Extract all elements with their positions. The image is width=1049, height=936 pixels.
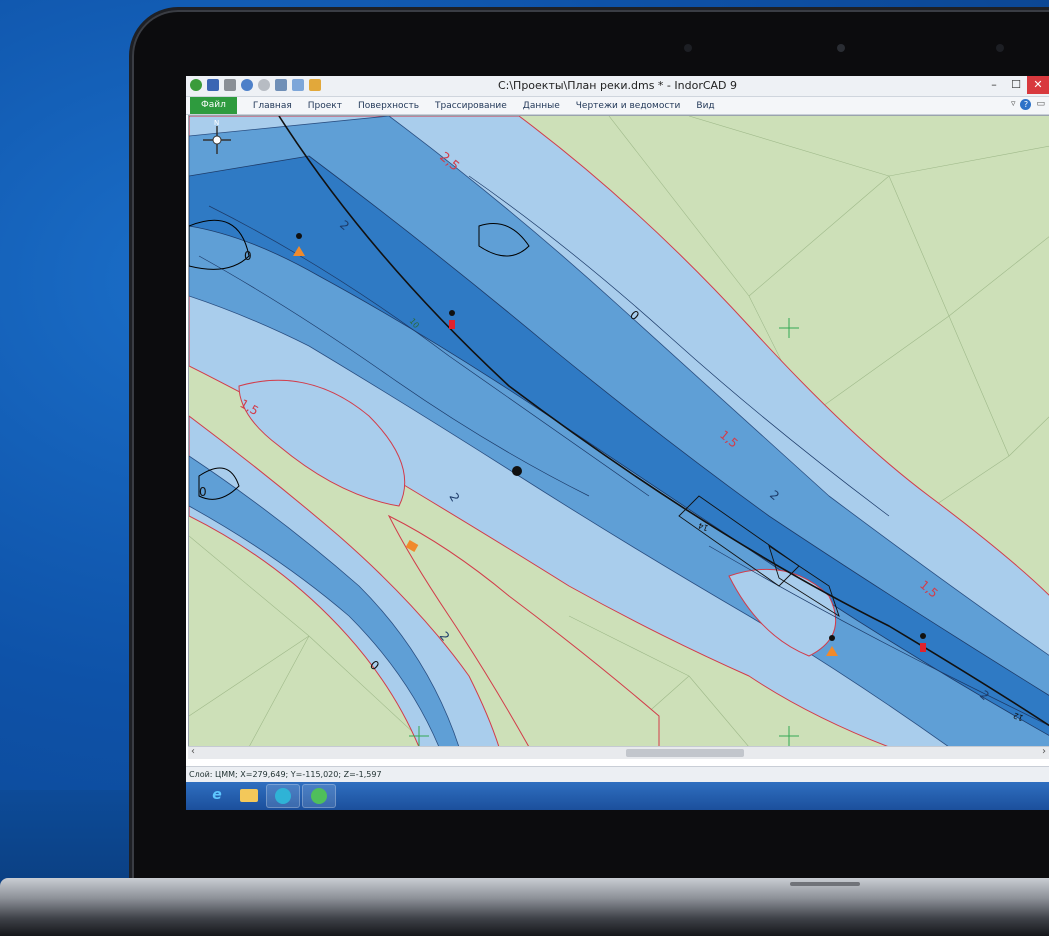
depth-label: 0 bbox=[244, 249, 252, 263]
tab-data[interactable]: Данные bbox=[515, 101, 568, 111]
camera-dot bbox=[684, 44, 692, 52]
indorcad-icon[interactable] bbox=[266, 784, 300, 808]
scrollbar-thumb[interactable] bbox=[626, 749, 744, 757]
close-button[interactable]: ✕ bbox=[1027, 76, 1049, 94]
black-buoy-icon[interactable] bbox=[512, 466, 522, 476]
buoy-top-icon bbox=[449, 310, 455, 316]
restore-doc-icon[interactable]: ▭ bbox=[1036, 99, 1045, 110]
tab-view[interactable]: Вид bbox=[688, 101, 722, 111]
app-window: C:\Проекты\План реки.dms * - IndorCAD 9 … bbox=[186, 76, 1049, 810]
indorgis-icon[interactable] bbox=[302, 784, 336, 808]
tab-home[interactable]: Главная bbox=[245, 101, 300, 111]
map-viewport[interactable]: N 2,5 1,5 1,5 1,5 0 0 0 0 2 2 2 2 2 14 1… bbox=[188, 115, 1049, 748]
red-buoy-icon[interactable] bbox=[449, 320, 455, 329]
folder-icon[interactable] bbox=[232, 784, 266, 808]
red-buoy-icon[interactable] bbox=[920, 643, 926, 652]
camera-sensor bbox=[996, 44, 1004, 52]
ribbon-tabs: Файл Главная Проект Поверхность Трассиро… bbox=[186, 97, 1049, 115]
depth-label: 0 bbox=[199, 485, 207, 499]
taskbar: e bbox=[186, 782, 1049, 810]
status-bar: Слой: ЦММ; X=279,649; Y=-115,020; Z=-1,5… bbox=[186, 766, 1049, 782]
laptop-notch bbox=[790, 882, 860, 886]
buoy-top-icon bbox=[829, 635, 835, 641]
compass-north-label: N bbox=[214, 119, 219, 127]
internet-explorer-icon[interactable]: e bbox=[200, 784, 234, 808]
window-title: C:\Проекты\План реки.dms * - IndorCAD 9 bbox=[497, 79, 738, 92]
buoy-top-icon bbox=[920, 633, 926, 639]
tab-alignment[interactable]: Трассирование bbox=[427, 101, 515, 111]
scroll-left-icon[interactable]: ‹ bbox=[191, 746, 195, 757]
buoy-top-icon bbox=[296, 233, 302, 239]
scroll-right-icon[interactable]: › bbox=[1042, 746, 1046, 757]
window-controls: – ☐ ✕ bbox=[983, 76, 1049, 94]
title-bar: C:\Проекты\План реки.dms * - IndorCAD 9 … bbox=[186, 76, 1049, 97]
collapse-ribbon-icon[interactable]: ▿ bbox=[1011, 99, 1016, 110]
tab-surface[interactable]: Поверхность bbox=[350, 101, 427, 111]
tab-drawings[interactable]: Чертежи и ведомости bbox=[568, 101, 689, 111]
camera-lens bbox=[837, 44, 845, 52]
tab-file[interactable]: Файл bbox=[190, 97, 237, 114]
minimize-button[interactable]: – bbox=[983, 76, 1005, 94]
map-canvas[interactable]: N 2,5 1,5 1,5 1,5 0 0 0 0 2 2 2 2 2 14 1… bbox=[189, 116, 1049, 747]
tab-project[interactable]: Проект bbox=[300, 101, 350, 111]
horizontal-scrollbar[interactable]: ‹ › bbox=[188, 746, 1049, 759]
maximize-button[interactable]: ☐ bbox=[1005, 76, 1027, 94]
ribbon-right-controls: ▿ ? ▭ bbox=[1011, 99, 1045, 110]
laptop-base bbox=[0, 878, 1049, 936]
help-icon[interactable]: ? bbox=[1020, 99, 1032, 110]
